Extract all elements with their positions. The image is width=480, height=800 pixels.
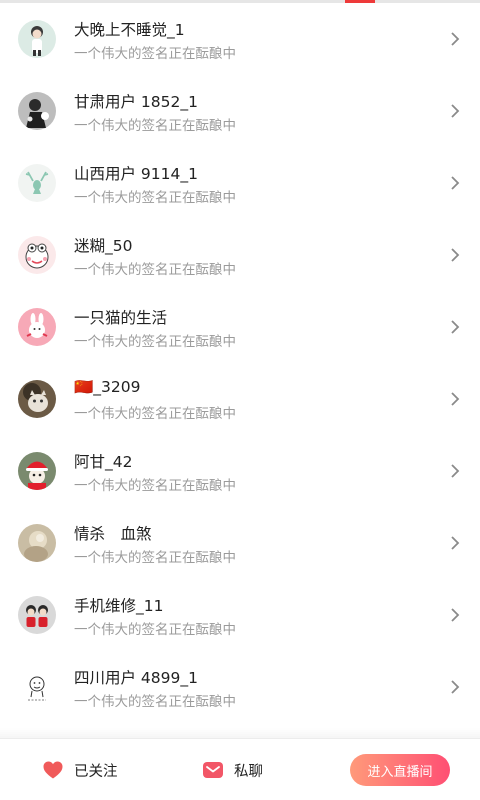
user-list-item[interactable]: 迷糊_50 一个伟大的签名正在酝酿中 [0,219,480,291]
cat-photo-avatar-icon [18,380,56,418]
user-list-item[interactable]: 阿甘_42 一个伟大的签名正在酝酿中 [0,435,480,507]
user-name: 🇨🇳_3209 [74,378,141,396]
user-signature: 一个伟大的签名正在酝酿中 [74,334,236,350]
chevron-right-icon [448,103,462,119]
user-list-item[interactable]: 手机维修_11 一个伟大的签名正在酝酿中 [0,579,480,651]
deer-head-avatar-icon [18,164,56,202]
chevron-right-icon [448,31,462,47]
user-name: 情杀 血煞 [74,525,152,543]
user-name: 一只猫的生活 [74,309,168,327]
bottom-bar-shadow [0,728,480,738]
cartoon-face-avatar-icon [18,236,56,274]
follow-user-list: 大晚上不睡觉_1 一个伟大的签名正在酝酿中 甘肃用户 1852_1 一个伟大的签… [0,3,480,723]
user-list-item[interactable]: 情杀 血煞 一个伟大的签名正在酝酿中 [0,507,480,579]
user-signature: 一个伟大的签名正在酝酿中 [74,46,236,62]
chevron-right-icon [448,535,462,551]
user-name: 迷糊_50 [74,237,133,255]
chevron-right-icon [448,607,462,623]
followed-label: 已关注 [74,763,118,780]
user-name: 甘肃用户 1852_1 [74,93,198,111]
user-name: 山西用户 9114_1 [74,165,198,183]
user-name: 大晚上不睡觉_1 [74,21,185,39]
chevron-right-icon [448,319,462,335]
user-signature: 一个伟大的签名正在酝酿中 [74,118,236,134]
chevron-right-icon [448,391,462,407]
chevron-right-icon [448,463,462,479]
followed-button[interactable]: 已关注 [42,758,118,782]
envelope-icon [203,762,223,778]
user-list-item[interactable]: 大晚上不睡觉_1 一个伟大的签名正在酝酿中 [0,3,480,75]
chevron-right-icon [448,679,462,695]
private-message-button[interactable]: 私聊 [202,758,263,782]
chevron-right-icon [448,175,462,191]
user-list-item[interactable]: 一只猫的生活 一个伟大的签名正在酝酿中 [0,291,480,363]
user-list-item[interactable]: 🇨🇳_3209 一个伟大的签名正在酝酿中 [0,363,480,435]
user-signature: 一个伟大的签名正在酝酿中 [74,550,236,566]
private-message-label: 私聊 [234,763,263,780]
chevron-right-icon [448,247,462,263]
blurred-photo-avatar-icon [18,524,56,562]
user-signature: 一个伟大的签名正在酝酿中 [74,262,236,278]
user-name: 阿甘_42 [74,453,133,471]
couple-avatar-icon [18,596,56,634]
user-signature: 一个伟大的签名正在酝酿中 [74,694,236,710]
sketch-avatar-icon [18,668,56,706]
red-hat-avatar-icon [18,452,56,490]
enter-live-room-button[interactable]: 进入直播间 [350,754,450,786]
dark-figure-avatar-icon [18,92,56,130]
user-signature: 一个伟大的签名正在酝酿中 [74,622,236,638]
bunny-avatar-icon [18,308,56,346]
cartoon-girl-avatar-icon [18,20,56,58]
user-list-item[interactable]: 甘肃用户 1852_1 一个伟大的签名正在酝酿中 [0,75,480,147]
heart-icon [43,761,63,779]
user-name: 手机维修_11 [74,597,164,615]
user-name: 四川用户 4899_1 [74,669,198,687]
user-list-item[interactable]: 山西用户 9114_1 一个伟大的签名正在酝酿中 [0,147,480,219]
user-signature: 一个伟大的签名正在酝酿中 [74,478,236,494]
user-list-item[interactable]: 四川用户 4899_1 一个伟大的签名正在酝酿中 [0,651,480,723]
user-signature: 一个伟大的签名正在酝酿中 [74,190,236,206]
user-signature: 一个伟大的签名正在酝酿中 [74,406,236,422]
bottom-action-bar: 已关注 私聊 进入直播间 [0,739,480,800]
